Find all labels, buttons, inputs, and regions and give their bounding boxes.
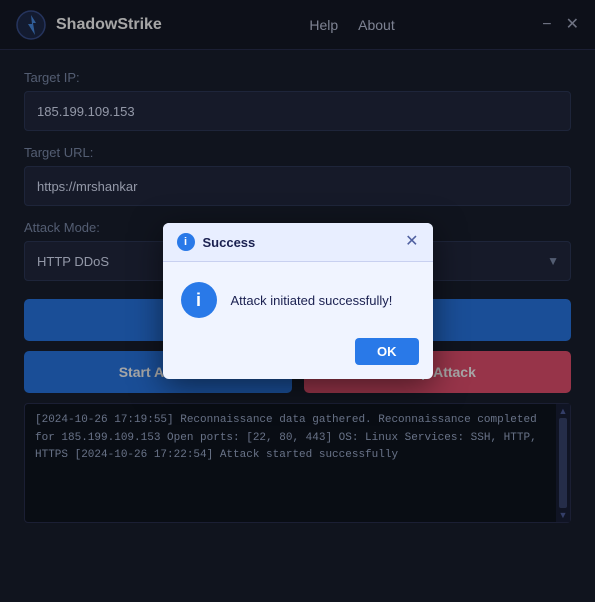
modal-close-button[interactable]: ✕ (405, 234, 418, 250)
modal-message: Attack initiated successfully! (231, 293, 393, 308)
modal-header: i Success ✕ (163, 223, 433, 262)
modal-overlay: i Success ✕ i Attack initiated successfu… (0, 0, 595, 602)
modal-header-icon: i (177, 233, 195, 251)
modal-footer: OK (163, 332, 433, 379)
ok-button[interactable]: OK (355, 338, 419, 365)
modal-title: Success (203, 235, 256, 250)
modal-info-icon: i (181, 282, 217, 318)
modal-body: i Attack initiated successfully! (163, 262, 433, 332)
modal-title-row: i Success (177, 233, 256, 251)
modal-dialog: i Success ✕ i Attack initiated successfu… (163, 223, 433, 379)
